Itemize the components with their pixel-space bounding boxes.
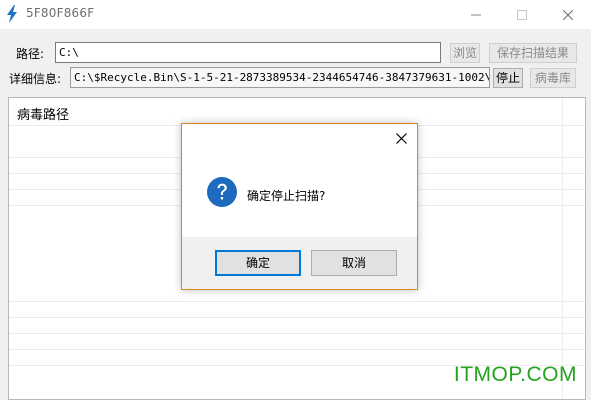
confirm-dialog: 确定停止扫描? 确定 取消 (181, 123, 418, 290)
list-divider (9, 333, 585, 334)
watermark: ITMOP.COM (453, 363, 577, 386)
ok-button[interactable]: 确定 (215, 250, 301, 276)
list-divider (9, 301, 585, 302)
path-label: 路径: (16, 47, 45, 61)
window-title: 5F80F866F (26, 6, 95, 20)
minimize-icon (471, 14, 481, 15)
minimize-button[interactable] (453, 0, 499, 29)
list-divider (9, 317, 585, 318)
dialog-message: 确定停止扫描? (247, 189, 326, 203)
maximize-icon (517, 9, 527, 20)
window-close-button[interactable] (545, 0, 591, 29)
dialog-footer: 确定 取消 (182, 237, 417, 289)
list-divider (9, 349, 585, 350)
list-column-divider (562, 98, 563, 399)
virus-db-button[interactable]: 病毒库 (530, 68, 576, 88)
maximize-button[interactable] (499, 0, 545, 29)
close-icon (395, 132, 407, 144)
lightning-icon (7, 5, 17, 23)
detail-label: 详细信息: (9, 72, 62, 86)
cancel-button[interactable]: 取消 (311, 250, 397, 276)
stop-button[interactable]: 停止 (493, 68, 523, 88)
title-bar: 5F80F866F (0, 0, 591, 29)
list-header: 病毒路径 (17, 108, 70, 123)
close-icon (563, 9, 573, 20)
browse-button[interactable]: 浏览 (450, 43, 480, 63)
save-results-button[interactable]: 保存扫描结果 (489, 43, 577, 63)
detail-field: C:\$Recycle.Bin\S-1-5-21-2873389534-2344… (70, 67, 490, 88)
path-input[interactable]: C:\ (55, 42, 441, 63)
question-icon (207, 177, 237, 207)
dialog-close-button[interactable] (391, 128, 411, 148)
